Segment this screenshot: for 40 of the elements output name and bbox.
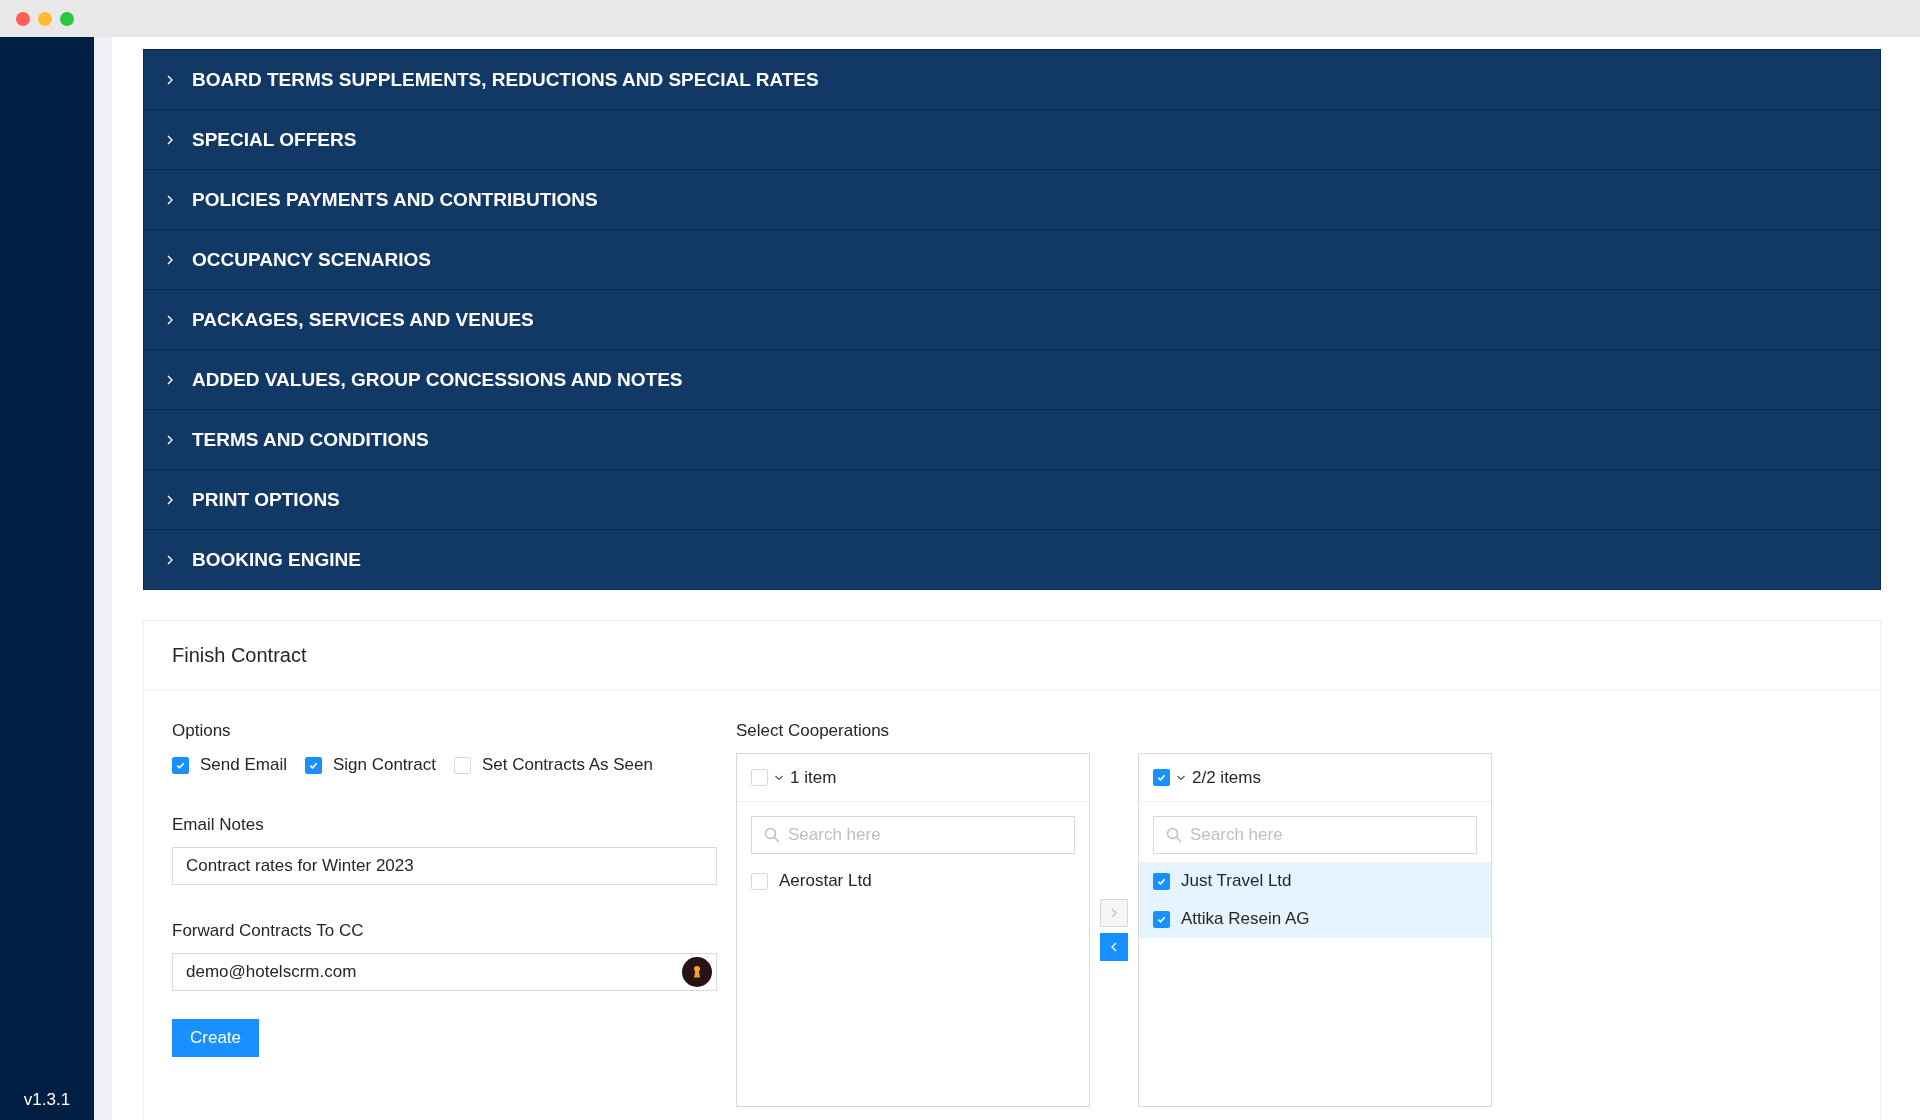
check-icon xyxy=(1156,772,1167,783)
accordion-header[interactable]: ADDED VALUES, GROUP CONCESSIONS AND NOTES xyxy=(144,350,1880,410)
list-item[interactable]: Just Travel Ltd xyxy=(1139,862,1491,900)
move-left-button[interactable] xyxy=(1100,933,1128,961)
accordion-header[interactable]: BOARD TERMS SUPPLEMENTS, REDUCTIONS AND SPECIAL RATES xyxy=(144,50,1880,110)
accordion-header[interactable]: PACKAGES, SERVICES AND VENUES xyxy=(144,290,1880,350)
field-label: Forward Contracts To CC xyxy=(172,921,365,941)
accordion-header[interactable]: SPECIAL OFFERS xyxy=(144,110,1880,170)
accordion-header[interactable]: PRINT OPTIONS xyxy=(144,470,1880,530)
version-label: v1.3.1 xyxy=(23,1090,71,1110)
search-icon xyxy=(1166,827,1182,843)
checkbox[interactable] xyxy=(172,756,189,774)
card-title: Finish Contract xyxy=(172,644,307,667)
search-icon xyxy=(764,827,780,843)
checkbox[interactable] xyxy=(1153,910,1170,928)
select-all-checkbox[interactable] xyxy=(1153,769,1170,786)
accordion-header[interactable]: TERMS AND CONDITIONS xyxy=(144,410,1880,470)
list-item[interactable]: Attika Resein AG xyxy=(1139,900,1491,938)
accordion-header[interactable]: BOOKING ENGINE xyxy=(144,530,1880,589)
accordion-header[interactable]: POLICIES PAYMENTS AND CONTRIBUTIONS xyxy=(144,170,1880,230)
item-count: 2/2 items xyxy=(1192,767,1261,788)
field-label: Email Notes xyxy=(172,815,265,835)
field-label: Select Cooperations xyxy=(736,721,891,741)
email-notes-field[interactable]: Contract rates for Winter 2023 xyxy=(172,847,717,885)
checkbox[interactable] xyxy=(1153,872,1170,890)
search-field[interactable]: Search here xyxy=(1153,816,1477,854)
window-close-button[interactable] xyxy=(16,11,30,26)
search-field[interactable]: Search here xyxy=(751,816,1075,854)
keyhole-icon xyxy=(682,957,712,987)
list-item[interactable]: Aerostar Ltd xyxy=(737,862,1089,900)
checkbox[interactable] xyxy=(304,756,322,774)
window-zoom-button[interactable] xyxy=(60,11,74,26)
cc-email-field[interactable]: demo@hotelscrm.com xyxy=(172,953,717,991)
accordion-header[interactable]: OCCUPANCY SCENARIOS xyxy=(144,230,1880,290)
window-minimize-button[interactable] xyxy=(38,11,52,26)
checkbox-label: Sign Contract xyxy=(332,755,436,775)
checkbox-label: Set Contracts As Seen xyxy=(481,755,653,775)
options-label: Options xyxy=(172,721,232,741)
item-count: 1 item xyxy=(790,767,837,788)
checkbox-label: Send Email xyxy=(200,755,287,775)
